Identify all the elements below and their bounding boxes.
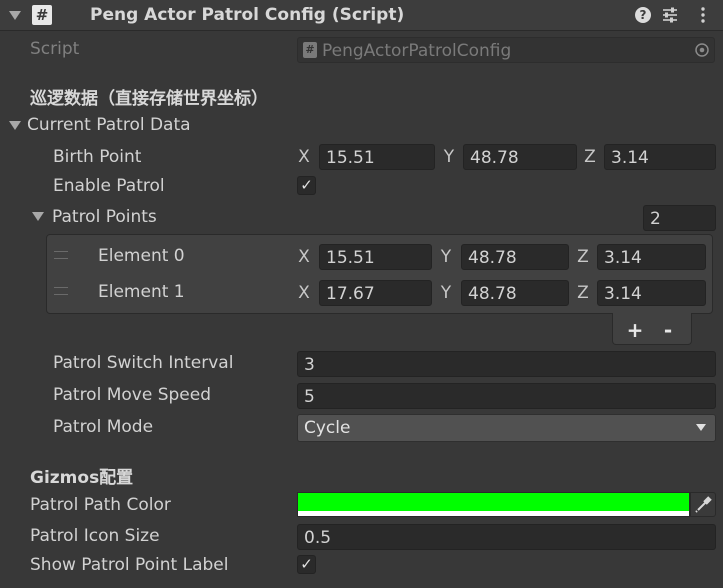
eyedropper-icon[interactable] (690, 492, 716, 517)
element-0-x-label: X (298, 247, 310, 267)
birth-point-label: Birth Point (53, 147, 142, 167)
birth-point-z-field[interactable]: 3.14 (604, 144, 716, 170)
patrol-section-header: 巡逻数据（直接存储世界坐标） (30, 89, 268, 109)
birth-point-y-label: Y (443, 147, 455, 167)
add-element-button[interactable]: + (620, 315, 650, 345)
show-label-label: Show Patrol Point Label (30, 555, 229, 575)
path-color-label: Patrol Path Color (30, 495, 171, 515)
switch-interval-field[interactable]: 3 (297, 351, 716, 377)
drag-handle-icon[interactable] (54, 287, 68, 295)
object-picker-icon[interactable] (694, 42, 710, 58)
icon-size-label: Patrol Icon Size (30, 526, 160, 546)
chevron-down-icon (696, 424, 706, 431)
enable-patrol-label: Enable Patrol (53, 176, 165, 196)
question-circle-icon[interactable]: ? (635, 7, 651, 23)
element-0-x-field[interactable]: 15.51 (319, 244, 432, 270)
element-1-z-field[interactable]: 3.14 (597, 280, 706, 306)
element-0-z-label: Z (577, 247, 589, 267)
component-title: Peng Actor Patrol Config (Script) (90, 5, 405, 25)
current-patrol-label[interactable]: Current Patrol Data (27, 114, 191, 136)
birth-point-z-label: Z (584, 147, 596, 167)
element-1-label: Element 1 (98, 282, 185, 302)
birth-point-x-label: X (298, 147, 310, 167)
element-0-label: Element 0 (98, 246, 185, 266)
script-object-field[interactable]: PengActorPatrolConfig (297, 37, 715, 63)
kebab-menu-icon[interactable] (699, 6, 707, 24)
enable-patrol-checkbox[interactable]: ✓ (297, 176, 316, 195)
hash-icon: # (32, 5, 52, 25)
foldout-arrow-icon[interactable] (9, 11, 21, 20)
element-0-y-field[interactable]: 48.78 (461, 244, 569, 270)
element-1-z-label: Z (577, 283, 589, 303)
drag-handle-icon[interactable] (54, 251, 68, 259)
current-patrol-foldout-icon[interactable] (9, 121, 21, 130)
sliders-icon[interactable] (662, 6, 678, 24)
element-0-y-label: Y (440, 247, 452, 267)
patrol-points-foldout-icon[interactable] (32, 212, 44, 221)
gizmos-section-header: Gizmos配置 (30, 468, 134, 488)
remove-element-button[interactable]: - (653, 315, 683, 345)
element-1-x-label: X (298, 283, 310, 303)
script-label: Script (30, 39, 80, 59)
element-1-x-field[interactable]: 17.67 (319, 280, 432, 306)
patrol-points-label[interactable]: Patrol Points (52, 206, 157, 228)
path-color-swatch (298, 493, 689, 511)
element-1-y-label: Y (440, 283, 452, 303)
patrol-mode-dropdown[interactable]: Cycle (297, 414, 716, 442)
move-speed-label: Patrol Move Speed (53, 385, 211, 405)
patrol-mode-label: Patrol Mode (53, 417, 154, 437)
script-value: PengActorPatrolConfig (322, 41, 512, 61)
icon-size-field[interactable]: 0.5 (297, 524, 716, 550)
patrol-points-size-field[interactable]: 2 (643, 205, 716, 231)
birth-point-x-field[interactable]: 15.51 (319, 144, 435, 170)
path-color-field[interactable] (297, 492, 690, 517)
move-speed-field[interactable]: 5 (297, 383, 716, 409)
element-1-y-field[interactable]: 48.78 (461, 280, 569, 306)
patrol-mode-value: Cycle (304, 418, 351, 438)
script-file-icon: # (303, 42, 317, 58)
birth-point-y-field[interactable]: 48.78 (463, 144, 577, 170)
element-0-z-field[interactable]: 3.14 (597, 244, 706, 270)
show-label-checkbox[interactable]: ✓ (297, 555, 316, 574)
switch-interval-label: Patrol Switch Interval (53, 353, 234, 373)
